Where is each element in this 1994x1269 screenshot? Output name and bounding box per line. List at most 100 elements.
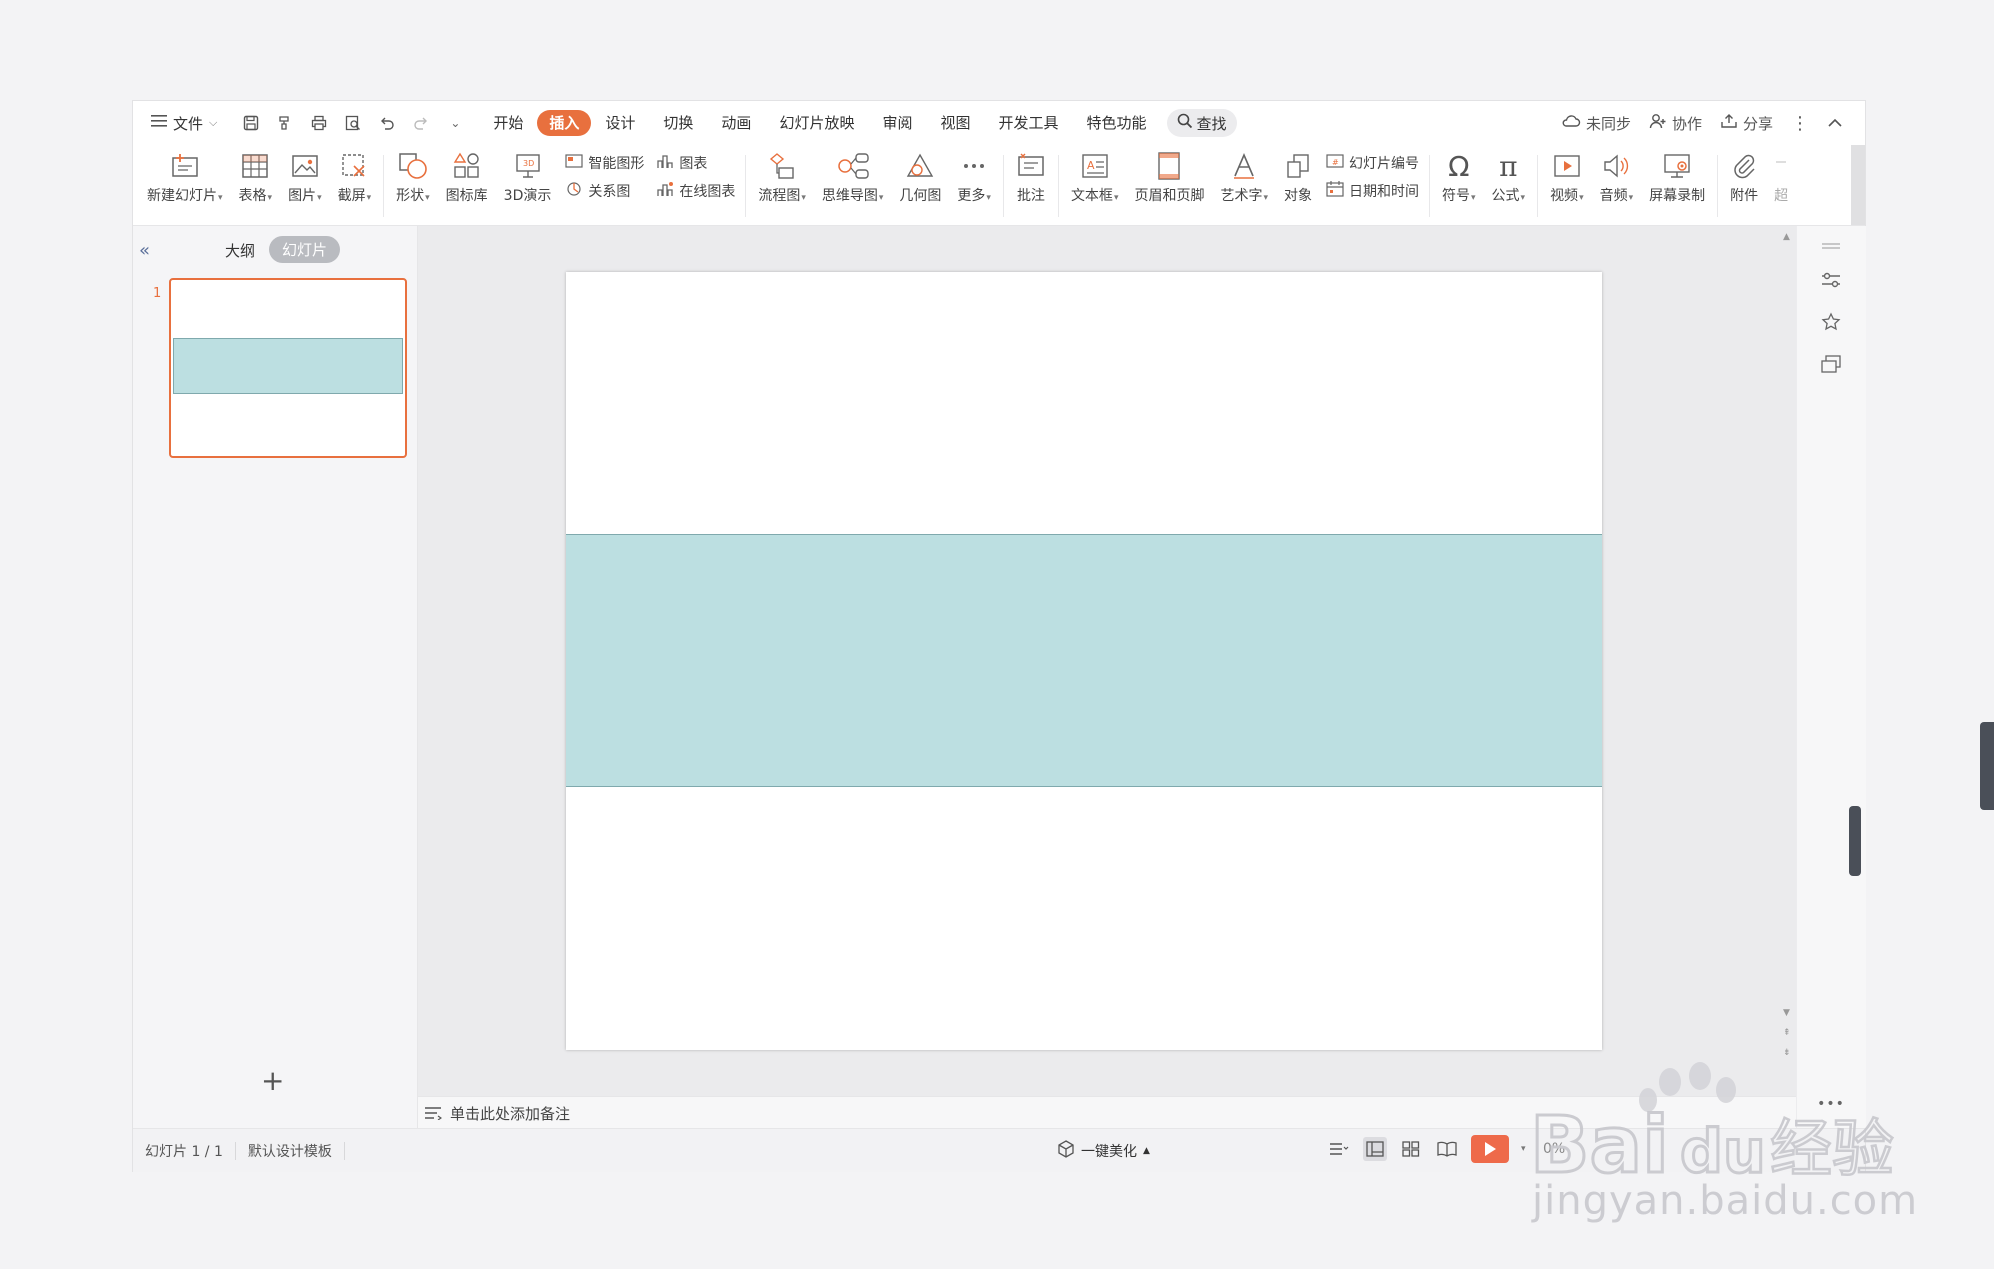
- normal-view-icon[interactable]: [1363, 1137, 1387, 1161]
- more-dots-icon[interactable]: •••: [1817, 1092, 1844, 1116]
- wordart-button[interactable]: 艺术字▾: [1212, 149, 1276, 205]
- scroll-up-icon[interactable]: ▲: [1783, 232, 1790, 242]
- properties-sliders-icon[interactable]: [1819, 268, 1843, 292]
- smartart-icon: [565, 153, 583, 173]
- flowchart-label: 流程图: [758, 188, 801, 204]
- comment-button[interactable]: 批注: [1008, 149, 1054, 205]
- save-icon[interactable]: [241, 113, 261, 133]
- shape-icon: [398, 149, 428, 183]
- header-footer-label: 页眉和页脚: [1134, 188, 1205, 204]
- more-button[interactable]: 更多▾: [949, 149, 999, 205]
- tab-developer[interactable]: 开发工具: [984, 110, 1072, 136]
- attachment-button[interactable]: 附件: [1722, 149, 1766, 205]
- tab-animations[interactable]: 动画: [707, 110, 765, 136]
- slide-number-button[interactable]: # 幻灯片编号: [1326, 153, 1419, 173]
- reading-view-icon[interactable]: [1435, 1137, 1459, 1161]
- audio-label: 音频: [1599, 188, 1628, 204]
- table-button[interactable]: 表格▾: [231, 149, 281, 205]
- symbol-button[interactable]: Ω 符号▾: [1434, 149, 1484, 205]
- screen-record-button[interactable]: 屏幕录制: [1641, 149, 1713, 205]
- collapse-pane-icon[interactable]: «: [139, 240, 150, 261]
- datetime-button[interactable]: 日期和时间: [1326, 181, 1419, 201]
- more-options-icon[interactable]: ⋮: [1791, 113, 1809, 134]
- search-button[interactable]: 查找: [1166, 109, 1237, 137]
- notes-area[interactable]: 单击此处添加备注: [418, 1096, 1796, 1129]
- redo-icon[interactable]: [411, 113, 431, 133]
- icon-library-button[interactable]: 图标库: [438, 149, 496, 205]
- slideshow-options-icon[interactable]: ▾: [1521, 1144, 1526, 1154]
- 3d-demo-button[interactable]: 3D 3D演示: [496, 149, 560, 205]
- scroll-down-icon[interactable]: ▼: [1783, 1008, 1790, 1018]
- video-label: 视频: [1550, 188, 1579, 204]
- share-label: 分享: [1742, 114, 1773, 133]
- slide-switch-icon[interactable]: [1819, 352, 1843, 376]
- object-button[interactable]: 对象: [1276, 149, 1320, 205]
- wordart-icon: [1230, 149, 1258, 183]
- flowchart-button[interactable]: 流程图▾: [750, 149, 814, 205]
- slide[interactable]: [566, 272, 1602, 1050]
- hyperlink-button-partial[interactable]: 超: [1766, 149, 1796, 205]
- customize-quick-access-icon[interactable]: ⌄: [445, 113, 465, 133]
- play-slideshow-button[interactable]: [1471, 1135, 1509, 1163]
- audio-button[interactable]: 音频▾: [1592, 149, 1642, 205]
- calendar-icon: [1326, 181, 1344, 201]
- tab-review[interactable]: 审阅: [868, 110, 926, 136]
- floating-side-panel-handle[interactable]: [1980, 722, 1994, 810]
- shape-button[interactable]: 形状▾: [388, 149, 438, 205]
- online-chart-label: 在线图表: [679, 184, 736, 200]
- tab-insert[interactable]: 插入: [537, 110, 592, 136]
- sync-status-button[interactable]: 未同步: [1561, 113, 1631, 134]
- tab-view[interactable]: 视图: [926, 110, 984, 136]
- add-slide-button[interactable]: +: [261, 1064, 284, 1097]
- search-icon: [1177, 113, 1193, 133]
- relation-chart-icon: [565, 181, 583, 201]
- mindmap-button[interactable]: 思维导图▾: [814, 149, 892, 205]
- formula-button[interactable]: π 公式▾: [1484, 149, 1534, 205]
- relation-chart-button[interactable]: 关系图: [565, 181, 644, 201]
- geometry-button[interactable]: 几何图: [891, 149, 949, 205]
- ribbon-scroll-right[interactable]: [1851, 145, 1865, 225]
- attachment-label: 附件: [1730, 188, 1759, 204]
- tab-slideshow[interactable]: 幻灯片放映: [765, 110, 868, 136]
- slide-sorter-icon[interactable]: [1399, 1137, 1423, 1161]
- new-slide-button[interactable]: 新建幻灯片▾: [139, 149, 231, 205]
- geometry-label: 几何图: [899, 188, 942, 204]
- online-chart-button[interactable]: 在线图表: [656, 181, 735, 201]
- screenshot-button[interactable]: 截屏▾: [330, 149, 380, 205]
- next-slide-icon[interactable]: ⇟: [1783, 1048, 1791, 1058]
- file-menu[interactable]: 文件 ⌵: [151, 113, 217, 134]
- print-preview-icon[interactable]: [343, 113, 363, 133]
- undo-icon[interactable]: [377, 113, 397, 133]
- zoom-level[interactable]: 0%: [1543, 1141, 1565, 1157]
- floating-side-panel-handle[interactable]: [1849, 806, 1861, 876]
- share-button[interactable]: 分享: [1720, 113, 1773, 134]
- collaborate-button[interactable]: 协作: [1649, 113, 1702, 134]
- tab-special-features[interactable]: 特色功能: [1073, 110, 1161, 136]
- animation-star-icon[interactable]: [1819, 310, 1843, 334]
- video-button[interactable]: 视频▾: [1542, 149, 1592, 205]
- rectangle-shape[interactable]: [566, 534, 1602, 787]
- design-template-name[interactable]: 默认设计模板: [236, 1141, 344, 1161]
- slide-count: 幻灯片 1 / 1: [145, 1143, 223, 1160]
- 3d-demo-icon: 3D: [514, 149, 542, 183]
- one-click-beautify-button[interactable]: 一键美化 ▲: [1057, 1140, 1150, 1162]
- tab-home[interactable]: 开始: [479, 110, 537, 136]
- notes-toggle-icon[interactable]: [1327, 1137, 1351, 1161]
- tab-outline[interactable]: 大纲: [225, 240, 255, 261]
- textbox-button[interactable]: A 文本框▾: [1063, 149, 1127, 205]
- prev-slide-icon[interactable]: ⇞: [1783, 1028, 1791, 1038]
- collapse-ribbon-icon[interactable]: [1827, 114, 1843, 132]
- tab-transitions[interactable]: 切换: [649, 110, 707, 136]
- print-icon[interactable]: [309, 113, 329, 133]
- format-painter-icon[interactable]: [275, 113, 295, 133]
- header-footer-button[interactable]: 页眉和页脚: [1126, 149, 1212, 205]
- smartart-button[interactable]: 智能图形: [565, 153, 644, 173]
- drag-handle-icon[interactable]: [1819, 234, 1843, 258]
- new-slide-label: 新建幻灯片: [147, 188, 217, 204]
- tab-slides[interactable]: 幻灯片: [269, 236, 341, 263]
- slide-thumbnail[interactable]: [169, 278, 407, 458]
- vertical-scrollbar[interactable]: ▲ ▼ ⇞ ⇟: [1778, 226, 1796, 1096]
- tab-design[interactable]: 设计: [591, 110, 649, 136]
- chart-button[interactable]: 图表: [656, 153, 735, 173]
- picture-button[interactable]: 图片▾: [280, 149, 330, 205]
